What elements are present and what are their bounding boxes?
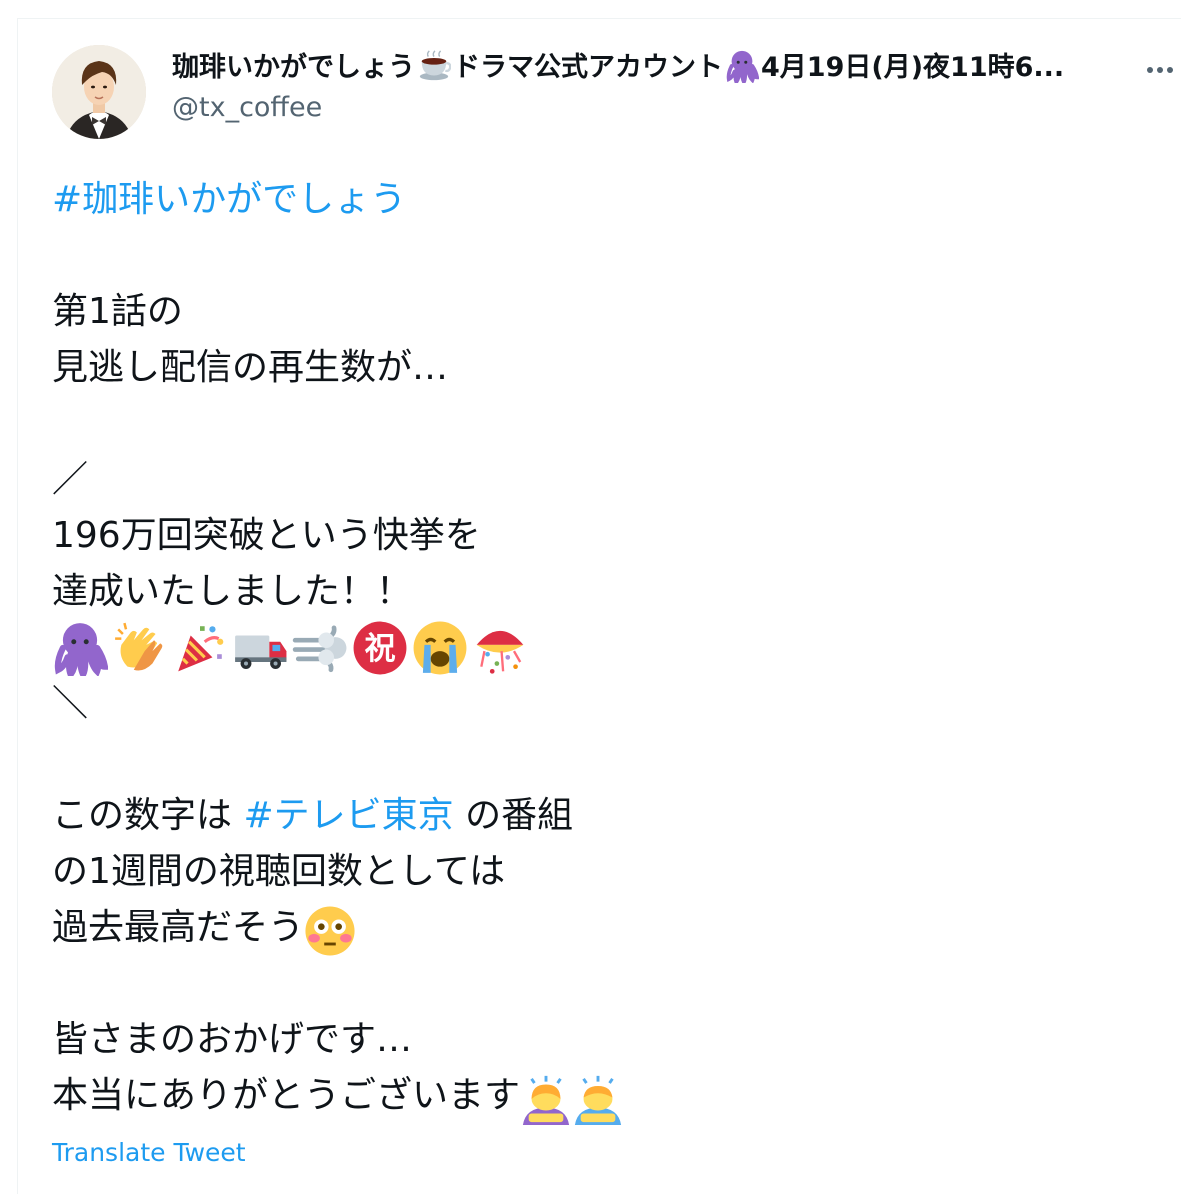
line5-prefix: この数字は: [52, 795, 244, 836]
svg-text:祝: 祝: [364, 631, 395, 667]
tweet-line: 見逃し配信の再生数が…: [52, 347, 449, 388]
tweet-line: 196万回突破という快挙を: [52, 515, 481, 556]
tweet-line: 第1話の: [52, 291, 183, 332]
tweet-page: 珈琲いかがでしょう ドラマ公式アカウント 4月19日(月)夜11時6... @tx_…: [0, 0, 1181, 1194]
tweet-line: 達成いたしました！！: [52, 571, 413, 612]
flushed-face-icon: [304, 905, 356, 957]
avatar-image: [52, 45, 146, 139]
author-display-name[interactable]: 珈琲いかがでしょう ドラマ公式アカウント 4月19日(月)夜11時6...: [172, 50, 1102, 86]
tweet-line: この数字は #テレビ東京 の番組: [52, 788, 1162, 844]
tweet-line: 本当にありがとうございます: [52, 1068, 1162, 1125]
woman-bowing-icon: [520, 1073, 572, 1125]
octopus-icon: [52, 620, 108, 676]
party-popper-icon: [172, 620, 228, 676]
author-avatar[interactable]: [52, 45, 146, 139]
emoji-row: 祝: [52, 620, 1162, 676]
tweet-line: の1週間の視聴回数としては: [52, 851, 506, 892]
author-handle[interactable]: @tx_coffee: [172, 92, 322, 124]
tweet-line: 過去最高だそう: [52, 900, 1162, 956]
tweet-left-border: [17, 18, 18, 1194]
translate-tweet-link[interactable]: Translate Tweet: [52, 1137, 246, 1169]
slash-close: ＼: [52, 683, 89, 724]
more-options-button[interactable]: [1142, 52, 1181, 88]
crying-face-icon: [412, 620, 468, 676]
more-icon: [1147, 67, 1173, 73]
display-name-part3: 4月19日(月)夜11時6...: [761, 52, 1065, 83]
line7-text: 過去最高だそう: [52, 907, 305, 948]
confetti-ball-icon: [472, 620, 528, 676]
coffee-icon: [417, 50, 451, 83]
man-bowing-icon: [572, 1073, 624, 1125]
tweet-top-border: [17, 18, 1181, 19]
tweet-text: #珈琲いかがでしょう 第1話の 見逃し配信の再生数が… ／ 196万回突破という…: [52, 172, 1162, 1125]
congratulations-icon: 祝: [352, 620, 408, 676]
hashtag-link-tv-tokyo[interactable]: #テレビ東京: [243, 795, 453, 836]
line5-suffix: の番組: [453, 795, 574, 836]
tweet-line: 皆さまのおかげです…: [52, 1019, 413, 1060]
display-name-part1: 珈琲いかがでしょう: [172, 52, 415, 83]
hashtag-link-coffee[interactable]: #珈琲いかがでしょう: [52, 179, 406, 220]
line9-text: 本当にありがとうございます: [52, 1075, 521, 1116]
dash-icon: [292, 620, 348, 676]
clapping-hands-icon: [112, 620, 168, 676]
truck-icon: [232, 620, 288, 676]
octopus-icon: [725, 50, 759, 83]
display-name-part2: ドラマ公式アカウント: [453, 52, 723, 83]
slash-open: ／: [52, 459, 89, 500]
